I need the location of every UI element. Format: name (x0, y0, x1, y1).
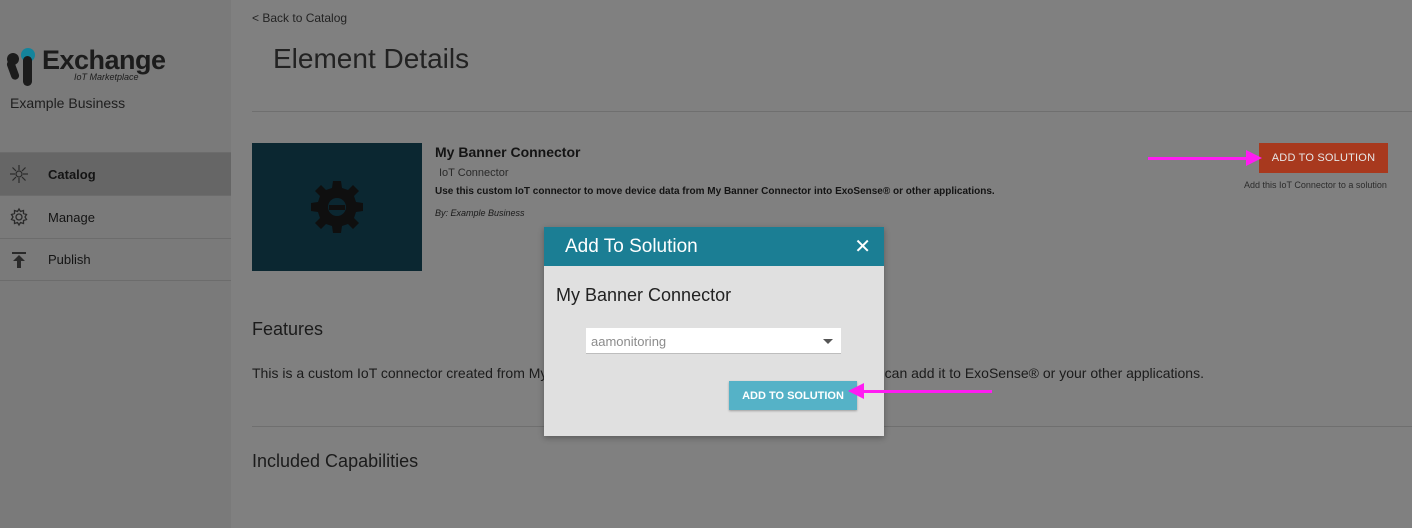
features-heading: Features (252, 319, 324, 339)
element-author: By: Example Business (435, 208, 525, 218)
sidebar-item-label: Manage (48, 209, 95, 225)
page-title: Element Details (273, 43, 470, 74)
solution-select[interactable]: aamonitoring (586, 328, 841, 354)
modal-title: Add To Solution (565, 235, 698, 257)
modal-header: Add To Solution ✕ (544, 227, 884, 266)
add-to-solution-hint: Add this IoT Connector to a solution (1244, 180, 1387, 190)
connector-gear-icon (307, 175, 367, 240)
annotation-arrow-head (1246, 150, 1262, 166)
sidebar-item-label: Publish (48, 252, 91, 267)
close-icon[interactable]: ✕ (854, 237, 871, 257)
solution-select-value: aamonitoring (591, 333, 667, 349)
logo-title: Exchange (42, 45, 166, 75)
features-text-left: This is a custom IoT connector created f… (252, 365, 548, 381)
add-to-solution-modal: Add To Solution ✕ My Banner Connector aa… (544, 227, 884, 436)
upload-icon (9, 250, 29, 270)
element-type: IoT Connector (439, 167, 509, 179)
exchange-logo[interactable]: Exchange IoT Marketplace (6, 46, 166, 86)
modal-add-to-solution-button[interactable]: ADD TO SOLUTION (729, 381, 857, 410)
sidebar-item-catalog[interactable]: Catalog (0, 152, 231, 195)
business-name: Example Business (10, 95, 126, 111)
annotation-arrow-line (1148, 157, 1248, 160)
sidebar-item-manage[interactable]: Manage (0, 195, 231, 238)
back-to-catalog-link[interactable]: < Back to Catalog (252, 11, 347, 25)
exchange-logo-icon (6, 46, 38, 86)
select-underline (586, 353, 841, 354)
element-description: Use this custom IoT connector to move de… (435, 186, 995, 197)
sidebar-item-label: Catalog (48, 166, 96, 182)
sidebar-item-publish[interactable]: Publish (0, 238, 231, 281)
features-text-right: u can add it to ExoSense® or your other … (873, 365, 1204, 381)
sidebar-nav: Catalog Manage Publish (0, 152, 231, 281)
annotation-arrow-head (848, 383, 864, 399)
chevron-down-icon (823, 339, 833, 344)
capabilities-heading: Included Capabilities (252, 451, 419, 471)
element-name: My Banner Connector (435, 144, 581, 160)
divider (252, 111, 1412, 112)
catalog-icon (9, 164, 29, 184)
gear-icon (9, 207, 29, 227)
modal-element-name: My Banner Connector (556, 285, 732, 305)
element-thumbnail (252, 143, 422, 271)
add-to-solution-button[interactable]: ADD TO SOLUTION (1259, 143, 1388, 173)
sidebar: Exchange IoT Marketplace Example Busines… (0, 0, 231, 528)
annotation-arrow-line (864, 390, 992, 393)
